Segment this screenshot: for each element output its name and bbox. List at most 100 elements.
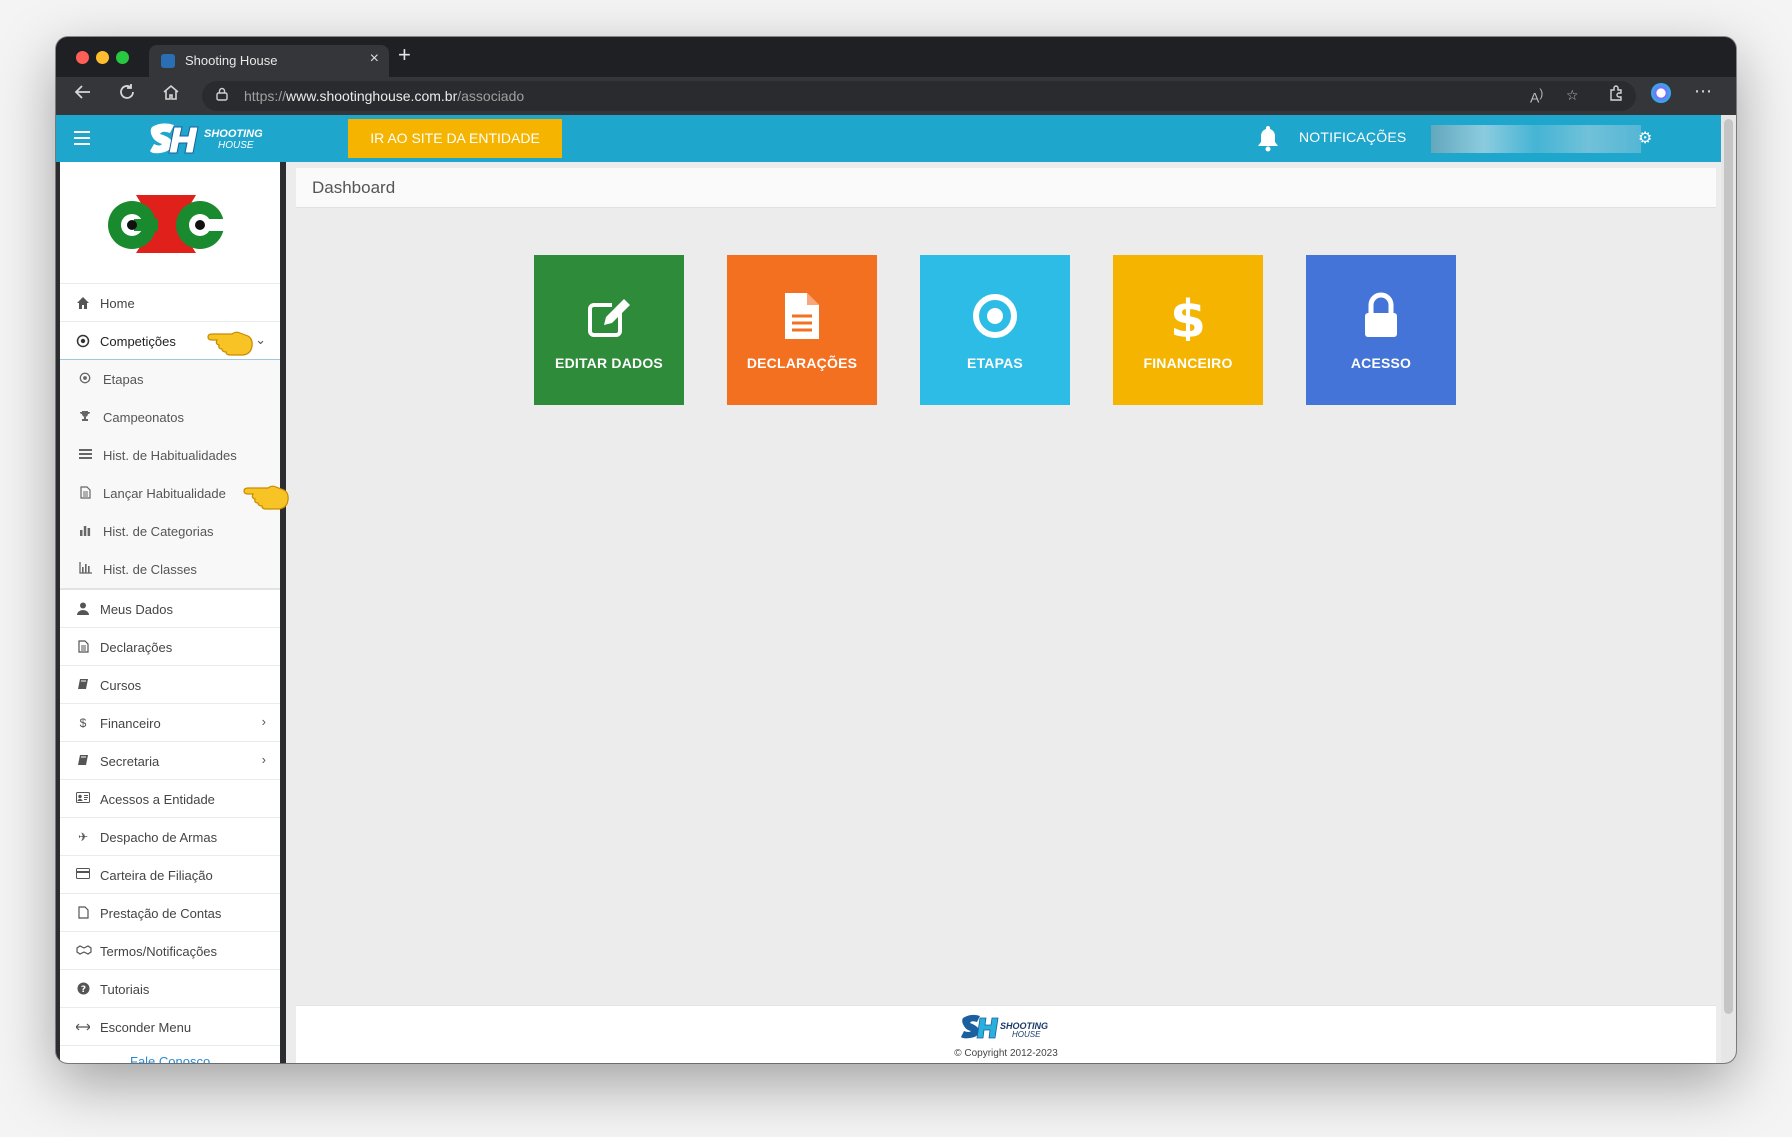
sidebar-item-tutoriais[interactable]: ? Tutoriais — [60, 970, 280, 1008]
entity-logo — [108, 195, 225, 253]
sidebar: Home Competições ⌄ Etapas Campeonatos Hi… — [60, 162, 280, 1063]
address-bar[interactable]: https://www.shootinghouse.com.br/associa… — [202, 81, 1636, 111]
file-icon — [76, 906, 90, 920]
sidebar-item-hist-habitualidades[interactable]: Hist. de Habitualidades — [60, 436, 280, 474]
zoom-window-button[interactable] — [116, 51, 129, 64]
settings-gears-icon[interactable]: ⚙ — [1638, 128, 1652, 148]
minimize-window-button[interactable] — [96, 51, 109, 64]
profile-avatar-icon[interactable] — [1651, 83, 1671, 103]
document-icon — [76, 640, 90, 654]
sidebar-item-termos-notificacoes[interactable]: Termos/Notificações — [60, 932, 280, 970]
back-icon[interactable] — [74, 83, 92, 106]
trophy-icon — [78, 410, 92, 424]
book-icon — [76, 754, 90, 768]
chevron-right-icon: › — [261, 714, 266, 729]
list-icon — [78, 448, 92, 462]
new-tab-button[interactable]: + — [398, 42, 411, 68]
tile-financeiro[interactable]: $ FINANCEIRO — [1113, 255, 1263, 405]
sidebar-item-acessos-entidade[interactable]: Acessos a Entidade — [60, 780, 280, 818]
home-browser-icon[interactable] — [162, 83, 180, 106]
sidebar-item-carteira-filiacao[interactable]: Carteira de Filiação — [60, 856, 280, 894]
dollar-icon: $ — [79, 716, 87, 730]
sidebar-item-label: Prestação de Contas — [100, 906, 222, 921]
entity-logo-area — [60, 162, 280, 284]
favorites-icon[interactable]: ☆ — [1566, 87, 1579, 104]
sidebar-item-despacho-armas[interactable]: ✈ Despacho de Armas — [60, 818, 280, 856]
sidebar-item-cursos[interactable]: Cursos — [60, 666, 280, 704]
tile-acesso[interactable]: ACESSO — [1306, 255, 1456, 405]
question-icon: ? — [76, 982, 90, 996]
dollar-icon: $ — [1170, 291, 1206, 341]
credit-card-icon — [76, 868, 90, 882]
bar-chart-outline-icon — [78, 562, 92, 576]
id-card-icon — [76, 792, 90, 806]
sidebar-item-financeiro[interactable]: $ Financeiro › — [60, 704, 280, 742]
sidebar-item-hist-categorias[interactable]: Hist. de Categorias — [60, 512, 280, 550]
page-scrollbar[interactable] — [1721, 115, 1736, 1063]
tile-label: ETAPAS — [967, 355, 1023, 371]
chevron-down-icon: ⌄ — [255, 332, 266, 347]
sidebar-item-home[interactable]: Home — [60, 284, 280, 322]
footer-logo: SHOOTING HOUSE — [960, 1013, 1048, 1048]
scrollbar-thumb[interactable] — [1724, 119, 1733, 1014]
tile-label: DECLARAÇÕES — [746, 355, 858, 371]
tile-editar-dados[interactable]: EDITAR DADOS — [534, 255, 684, 405]
sidebar-item-meus-dados[interactable]: Meus Dados — [60, 590, 280, 628]
user-icon — [76, 602, 90, 616]
sidebar-item-label: Competições — [100, 334, 176, 349]
sidebar-item-esconder-menu[interactable]: Esconder Menu — [60, 1008, 280, 1046]
home-icon — [76, 296, 90, 310]
lock-icon — [1365, 292, 1397, 337]
contact-link[interactable]: Fale Conosco — [130, 1054, 210, 1063]
tab-close-icon[interactable]: × — [370, 50, 379, 68]
sidebar-item-label: Lançar Habitualidade — [103, 486, 226, 501]
sidebar-item-label: Termos/Notificações — [100, 944, 218, 959]
user-name-blurred[interactable] — [1431, 125, 1641, 153]
page-header: Dashboard — [296, 168, 1716, 208]
notifications-label[interactable]: NOTIFICAÇÕES — [1299, 129, 1406, 145]
tab-title: Shooting House — [185, 53, 278, 68]
reload-icon[interactable] — [118, 83, 136, 106]
app-header: SHOOTING HOUSE IR AO SITE DA ENTIDADE NO… — [56, 115, 1721, 162]
sidebar-item-hist-classes[interactable]: Hist. de Classes — [60, 550, 280, 588]
book-icon — [76, 678, 90, 692]
sidebar-item-label: Hist. de Classes — [103, 562, 197, 577]
sidebar-item-label: Campeonatos — [103, 410, 184, 425]
shooting-house-logo[interactable]: SHOOTING HOUSE — [148, 121, 268, 159]
pointing-hand-icon — [207, 331, 253, 356]
sidebar-item-label: Home — [100, 296, 135, 311]
bar-chart-icon — [78, 524, 92, 538]
pointing-hand-icon — [243, 485, 289, 510]
tile-label: ACESSO — [1350, 355, 1412, 371]
sidebar-item-label: Carteira de Filiação — [100, 868, 213, 883]
tile-declaracoes[interactable]: DECLARAÇÕES — [727, 255, 877, 405]
handshake-icon — [76, 944, 92, 958]
chevron-right-icon: › — [261, 752, 266, 767]
lock-icon — [216, 87, 228, 101]
browser-tab[interactable]: Shooting House × — [149, 45, 389, 77]
sidebar-item-secretaria[interactable]: Secretaria › — [60, 742, 280, 780]
more-menu-icon[interactable]: ⋯ — [1694, 81, 1712, 102]
url-text: https://www.shootinghouse.com.br/associa… — [244, 88, 525, 104]
read-aloud-icon[interactable]: A) — [1530, 87, 1543, 106]
sidebar-item-label: Secretaria — [100, 754, 160, 769]
logo-text-house: HOUSE — [218, 140, 254, 151]
main-content: Dashboard EDITAR DADOS DECLARAÇÕES ETAPA… — [286, 162, 1721, 1063]
tile-etapas[interactable]: ETAPAS — [920, 255, 1070, 405]
hamburger-menu-icon[interactable] — [74, 131, 90, 145]
sidebar-item-label: Hist. de Categorias — [103, 524, 214, 539]
extensions-icon[interactable] — [1608, 85, 1624, 106]
sidebar-item-campeonatos[interactable]: Campeonatos — [60, 398, 280, 436]
close-window-button[interactable] — [76, 51, 89, 64]
sidebar-item-label: Cursos — [100, 678, 142, 693]
favicon-icon — [161, 54, 175, 68]
sidebar-item-etapas[interactable]: Etapas — [60, 360, 280, 398]
sidebar-item-declaracoes[interactable]: Declarações — [60, 628, 280, 666]
sidebar-item-label: Esconder Menu — [100, 1020, 192, 1035]
sidebar-item-prestacao-contas[interactable]: Prestação de Contas — [60, 894, 280, 932]
entity-site-button[interactable]: IR AO SITE DA ENTIDADE — [348, 119, 562, 158]
browser-window: Shooting House × + https://www.shootingh… — [56, 37, 1736, 1063]
sidebar-item-label: Declarações — [100, 640, 173, 655]
document-icon — [785, 293, 819, 339]
bell-icon[interactable] — [1256, 124, 1280, 152]
